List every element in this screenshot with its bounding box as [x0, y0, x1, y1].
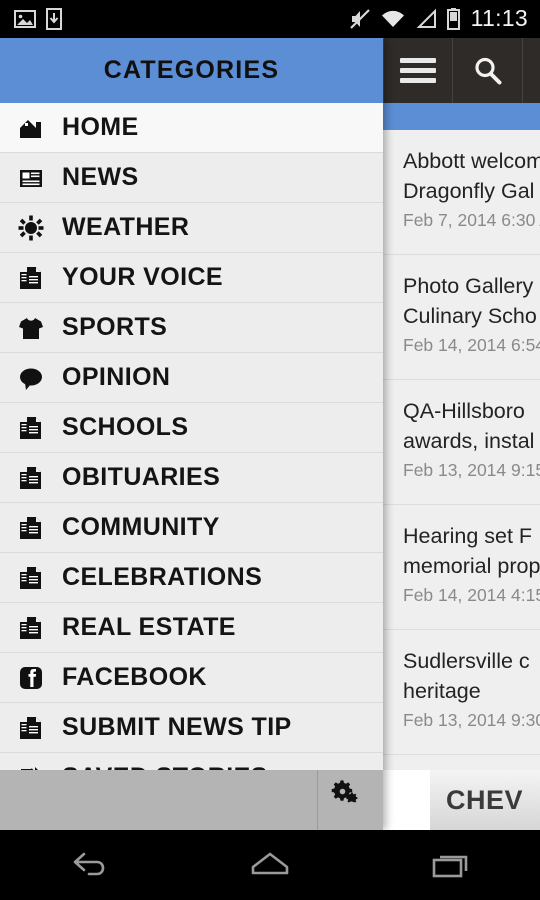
article-date: Feb 13, 2014 9:30 — [403, 710, 540, 730]
list-item[interactable]: Hearing set F memorial prop Feb 14, 2014… — [383, 505, 540, 630]
ad-banner[interactable]: CHEV — [383, 770, 540, 830]
drawer-item-label: NEWS — [62, 163, 139, 191]
drawer-item-label: COMMUNITY — [62, 513, 220, 541]
drawer-item-label: REAL ESTATE — [62, 613, 236, 641]
action-bar — [383, 38, 540, 103]
article-date: Feb 14, 2014 4:15 — [403, 585, 540, 605]
documents-icon — [14, 261, 48, 295]
drawer-item-weather[interactable]: WEATHER — [0, 203, 383, 253]
ad-logo-area — [383, 770, 430, 830]
tshirt-icon — [14, 311, 48, 345]
drawer-item-label: SUBMIT NEWS TIP — [62, 713, 292, 741]
recents-nav-icon — [432, 855, 468, 878]
recents-button[interactable] — [390, 830, 510, 900]
drawer-item-label: OBITUARIES — [62, 463, 221, 491]
drawer-title: CATEGORIES — [103, 56, 280, 84]
footer-spacer — [0, 770, 318, 830]
documents-icon — [14, 711, 48, 745]
status-bar-notifications — [0, 8, 62, 30]
home-nav-icon — [251, 852, 289, 875]
status-bar-system-icons: 11:13 — [348, 5, 540, 34]
speech-bubble-icon — [14, 361, 48, 395]
status-bar-clock: 11:13 — [470, 4, 528, 31]
gear-settings-icon — [331, 780, 357, 805]
drawer-item-label: YOUR VOICE — [62, 263, 223, 291]
facebook-icon — [14, 661, 48, 695]
drawer-item-opinion[interactable]: OPINION — [0, 353, 383, 403]
drawer-item-label: FACEBOOK — [62, 663, 207, 691]
android-screen: 11:13 Abbott welcom Dragonfly Gal Feb 7,… — [0, 0, 540, 900]
back-nav-icon — [73, 852, 105, 876]
drawer-item-submit-news-tip[interactable]: SUBMIT NEWS TIP — [0, 703, 383, 753]
search-button[interactable] — [453, 38, 523, 103]
status-bar: 11:13 — [0, 0, 540, 38]
drawer-item-label: OPINION — [62, 363, 171, 391]
newspaper-icon — [14, 161, 48, 195]
navigation-drawer: CATEGORIES HOME NEWS WEATHER YOUR VOICE … — [0, 38, 383, 830]
drawer-item-label: SCHOOLS — [62, 413, 189, 441]
list-item[interactable]: Abbott welcom Dragonfly Gal Feb 7, 2014 … — [383, 130, 540, 255]
back-button[interactable] — [30, 830, 150, 900]
sun-icon — [14, 211, 48, 245]
documents-icon — [14, 511, 48, 545]
battery-icon — [446, 8, 460, 30]
article-title: QA-Hillsboro awards, instal — [403, 399, 535, 453]
drawer-item-schools[interactable]: SCHOOLS — [0, 403, 383, 453]
drawer-header: CATEGORIES — [0, 38, 383, 103]
drawer-item-news[interactable]: NEWS — [0, 153, 383, 203]
documents-icon — [14, 561, 48, 595]
ad-content: CHEV — [430, 770, 540, 830]
article-date: Feb 7, 2014 6:30 A — [403, 210, 540, 230]
list-item[interactable]: Photo Gallery Culinary Scho Feb 14, 2014… — [383, 255, 540, 380]
drawer-item-home[interactable]: HOME — [0, 103, 383, 153]
drawer-menu-list[interactable]: HOME NEWS WEATHER YOUR VOICE SPORTS OPIN… — [0, 103, 383, 830]
drawer-item-obituaries[interactable]: OBITUARIES — [0, 453, 383, 503]
system-navigation-bar — [0, 830, 540, 900]
drawer-item-label: HOME — [62, 113, 139, 141]
drawer-item-celebrations[interactable]: CELEBRATIONS — [0, 553, 383, 603]
drawer-item-sports[interactable]: SPORTS — [0, 303, 383, 353]
mute-icon — [349, 9, 370, 29]
drawer-item-label: WEATHER — [62, 213, 190, 241]
documents-icon — [14, 411, 48, 445]
download-icon — [46, 8, 62, 30]
home-button[interactable] — [210, 830, 330, 900]
drawer-item-real-estate[interactable]: REAL ESTATE — [0, 603, 383, 653]
drawer-item-community[interactable]: COMMUNITY — [0, 503, 383, 553]
drawer-footer — [0, 770, 383, 830]
wifi-icon — [381, 10, 404, 27]
drawer-item-label: CELEBRATIONS — [62, 563, 263, 591]
ad-text: CHEV — [446, 784, 524, 815]
hamburger-menu-icon — [400, 58, 436, 83]
house-icon — [14, 111, 48, 145]
drawer-item-facebook[interactable]: FACEBOOK — [0, 653, 383, 703]
search-icon — [474, 57, 501, 84]
signal-icon — [416, 8, 436, 28]
accent-strip — [383, 103, 540, 130]
article-list[interactable]: Abbott welcom Dragonfly Gal Feb 7, 2014 … — [383, 130, 540, 770]
article-title: Photo Gallery Culinary Scho — [403, 274, 537, 328]
photo-icon — [14, 10, 36, 28]
article-title: Sudlersville c heritage — [403, 649, 530, 703]
article-date: Feb 14, 2014 6:54 — [403, 335, 540, 355]
list-item[interactable]: QA-Hillsboro awards, instal Feb 13, 2014… — [383, 380, 540, 505]
drawer-item-your-voice[interactable]: YOUR VOICE — [0, 253, 383, 303]
hamburger-menu-button[interactable] — [383, 38, 453, 103]
documents-icon — [14, 611, 48, 645]
settings-button[interactable] — [318, 770, 383, 830]
article-date: Feb 13, 2014 9:15 — [403, 460, 540, 480]
list-item[interactable]: Sudlersville c heritage Feb 13, 2014 9:3… — [383, 630, 540, 755]
article-title: Hearing set F memorial prop — [403, 524, 540, 578]
documents-icon — [14, 461, 48, 495]
article-title: Abbott welcom Dragonfly Gal — [403, 149, 540, 203]
drawer-item-label: SPORTS — [62, 313, 168, 341]
